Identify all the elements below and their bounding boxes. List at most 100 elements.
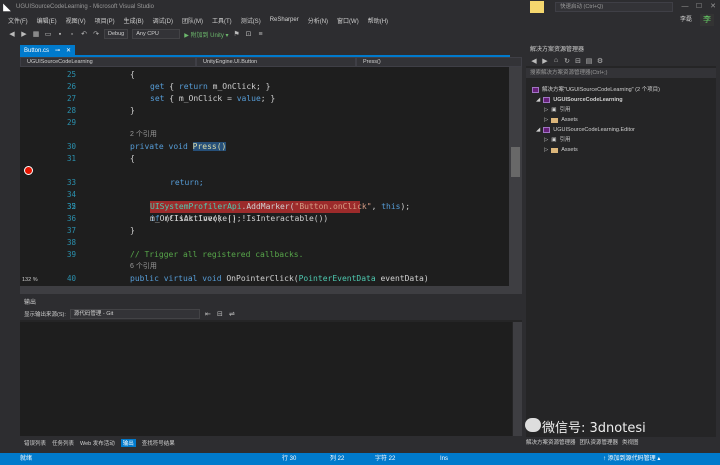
attach-unity-button[interactable]: ▶ 附加到 Unity ▾ [184,30,228,39]
status-line: 行 30 [282,456,297,462]
expand-arrow-icon[interactable]: ▷ [544,135,548,145]
code-line[interactable]: m_OnClick.Invoke(); [150,213,242,225]
reference-count[interactable]: 6 个引用 [130,261,157,273]
tab-class-view[interactable]: 类视图 [622,437,639,449]
home-icon[interactable]: ⌂ [552,57,560,64]
expand-arrow-icon[interactable]: ▷ [544,145,548,155]
code-line[interactable]: } [130,105,135,117]
expand-arrow-icon[interactable]: ◢ [536,95,540,105]
maximize-button[interactable]: ☐ [692,0,706,14]
reference-count[interactable]: 2 个引用 [130,129,157,141]
code-line[interactable]: public virtual void OnPointerClick(Point… [130,273,429,285]
code-comment[interactable]: // Trigger all registered callbacks. [130,249,303,261]
editor-vertical-scrollbar[interactable] [509,67,522,286]
account-name[interactable]: 李磊 [680,14,692,26]
minimize-button[interactable]: — [678,0,692,14]
find-message-icon[interactable]: ⇤ [204,310,212,318]
menu-debug[interactable]: 调试(D) [153,16,173,25]
menu-analyze[interactable]: 分析(N) [308,16,328,25]
settings-icon[interactable]: ⚙ [596,57,604,65]
platform-select[interactable]: Any CPU [132,29,181,39]
menu-resharper[interactable]: ReSharper [270,17,299,23]
tree-references[interactable]: ▷ ▣ 引用 [544,135,570,145]
code-line[interactable]: private void Press() [130,141,227,153]
project-dropdown[interactable]: UGUISourceCodeLearning [20,57,196,67]
code-line[interactable]: set { m_OnClick = value; } [150,93,275,105]
tab-button-cs[interactable]: Button.cs ⊸ ✕ [20,45,76,57]
code-line[interactable]: { [130,69,135,81]
breakpoint-icon[interactable] [24,166,33,175]
tab-error-list[interactable]: 错误列表 [24,439,46,447]
open-folder-icon[interactable]: ▭ [44,30,52,38]
scroll-thumb[interactable] [511,147,520,177]
expand-arrow-icon[interactable]: ▷ [544,115,548,125]
code-line[interactable]: { [130,153,135,165]
word-wrap-icon[interactable]: ⇌ [228,310,236,318]
collapse-all-icon[interactable]: ⊟ [574,57,582,65]
output-scrollbar[interactable] [513,322,522,436]
editor-horizontal-scrollbar[interactable] [20,286,522,294]
menu-window[interactable]: 窗口(W) [337,16,359,25]
expand-arrow-icon[interactable]: ▷ [544,105,548,115]
tab-task-list[interactable]: 任务列表 [52,439,74,447]
add-to-source-control-button[interactable]: ↑ 添加到源代码管理 ▴ [603,453,660,465]
tree-references[interactable]: ▷ ▣ 引用 [544,105,570,115]
menu-test[interactable]: 测试(S) [241,16,261,25]
tab-team-explorer[interactable]: 团队资源管理器 [580,437,619,449]
tab-output[interactable]: 输出 [120,439,136,447]
feedback-flag-icon[interactable] [530,1,544,13]
tree-assets-folder[interactable]: ▷ Assets [544,145,578,155]
avatar[interactable]: 李 [700,14,714,26]
member-dropdown[interactable]: Press() [356,57,522,67]
clear-all-icon[interactable]: ⊟ [216,310,224,318]
tree-solution-root[interactable]: 解决方案"UGUISourceCodeLearning" (2 个项目) [532,85,660,95]
menu-help[interactable]: 帮助(H) [368,16,388,25]
forward-icon[interactable]: ▶ [541,57,549,65]
close-button[interactable]: ✕ [706,0,720,14]
menu-team[interactable]: 团队(M) [182,16,203,25]
solution-search-input[interactable]: 搜索解决方案资源管理器(Ctrl+;) [526,68,716,78]
code-line[interactable]: UISystemProfilerApi.AddMarker("Button.on… [150,201,410,213]
close-tab-icon[interactable]: ✕ [66,45,71,57]
comment-icon[interactable]: ≡ [257,31,265,38]
new-file-icon[interactable]: ▦ [32,30,40,38]
menu-project[interactable]: 项目(P) [95,16,115,25]
code-line[interactable]: } [130,225,135,237]
tree-project-main[interactable]: ◢ UGUISourceCodeLearning [536,95,623,105]
tab-find-symbol[interactable]: 查找符号结果 [142,439,175,447]
tab-web-publish[interactable]: Web 发布活动 [80,439,115,447]
menu-build[interactable]: 生成(B) [124,16,144,25]
code-editor[interactable]: 25 { 26 get { return m_OnClick; } 27 set { … [20,67,509,286]
code-line[interactable]: get { return m_OnClick; } [150,81,270,93]
menu-file[interactable]: 文件(F) [8,16,28,25]
output-text-area[interactable] [20,322,512,436]
debug-tools-icon[interactable]: ⚑ [233,30,241,38]
menu-view[interactable]: 视图(V) [66,16,86,25]
tree-project-editor[interactable]: ◢ UGUISourceCodeLearning.Editor [536,125,635,135]
code-line[interactable]: return; [170,177,204,189]
menu-tools[interactable]: 工具(T) [212,16,232,25]
zoom-level[interactable]: 132 % [22,277,38,283]
menu-edit[interactable]: 编辑(E) [37,16,57,25]
undo-icon[interactable]: ↶ [80,30,88,38]
class-dropdown[interactable]: UnityEngine.UI.Button [196,57,356,67]
tree-assets-folder[interactable]: ▷ Assets [544,115,578,125]
quick-launch-input[interactable]: 快速启动 (Ctrl+Q) [555,2,673,12]
refresh-icon[interactable]: ↻ [563,57,571,65]
csharp-project-icon [543,127,551,133]
redo-icon[interactable]: ↷ [92,30,100,38]
folder-icon [551,117,559,123]
show-all-files-icon[interactable]: ▤ [585,57,593,65]
forward-icon[interactable]: ▶ [20,30,28,38]
configuration-select[interactable]: Debug [104,29,129,39]
output-source-select[interactable]: 源代码管理 - Git [69,309,200,319]
bookmark-icon[interactable]: ⊡ [245,30,253,38]
expand-arrow-icon[interactable]: ◢ [536,125,540,135]
tab-solution-explorer[interactable]: 解决方案资源管理器 [526,437,576,449]
save-icon[interactable]: ▪ [56,31,64,38]
folder-icon [551,147,559,153]
back-icon[interactable]: ◀ [8,30,16,38]
back-icon[interactable]: ◀ [530,57,538,65]
save-all-icon[interactable]: ▫ [68,31,76,38]
pin-icon[interactable]: ⊸ [55,45,60,57]
